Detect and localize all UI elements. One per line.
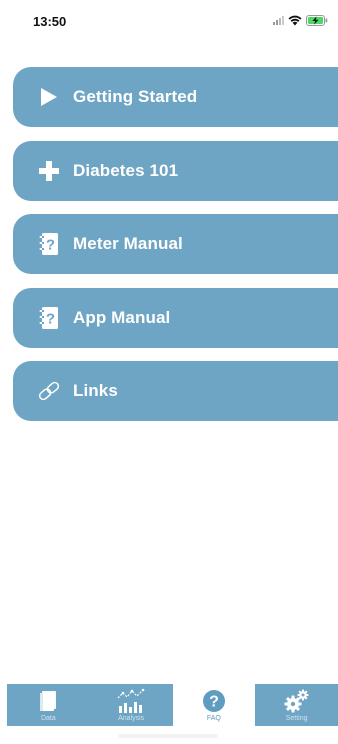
tab-label: FAQ	[206, 715, 221, 722]
tab-label: Analysis	[118, 715, 145, 722]
svg-text:?: ?	[46, 310, 55, 327]
svg-text:?: ?	[46, 237, 55, 254]
menu-item-label: Diabetes 101	[73, 160, 179, 180]
svg-text:?: ?	[209, 693, 219, 710]
tab-analysis[interactable]: Analysis	[89, 684, 173, 726]
tab-label: Setting	[285, 715, 308, 722]
menu-item-getting-started[interactable]: Getting Started	[13, 67, 338, 127]
wifi-icon	[288, 15, 302, 25]
menu-item-links[interactable]: Links	[13, 361, 338, 421]
menu-item-label: Links	[73, 381, 118, 400]
menu-item-meter-manual[interactable]: ? Meter Manual	[13, 214, 338, 274]
battery-charging-icon	[306, 14, 328, 26]
play-icon	[37, 85, 61, 109]
tab-faq[interactable]: ? FAQ	[172, 684, 256, 726]
status-bar: 13:50	[0, 0, 338, 44]
link-icon	[37, 379, 61, 403]
question-notebook-icon: ?	[37, 232, 61, 256]
tab-setting[interactable]: Setting	[255, 684, 338, 726]
menu-item-app-manual[interactable]: ? App Manual	[13, 287, 338, 348]
plus-icon	[37, 159, 61, 183]
menu-item-label: Meter Manual	[73, 234, 183, 253]
menu-item-label: Getting Started	[73, 87, 198, 106]
question-circle-icon: ?	[202, 687, 226, 714]
tab-label: Data	[40, 715, 56, 722]
faq-menu: Getting Started Diabetes 101 ? Meter Man…	[13, 67, 338, 435]
home-indicator	[118, 734, 218, 738]
chart-icon	[115, 687, 147, 714]
tab-data[interactable]: Data	[7, 684, 90, 726]
menu-item-label: App Manual	[73, 307, 171, 327]
status-icons	[273, 13, 328, 27]
question-notebook-icon: ?	[37, 306, 61, 330]
gears-icon	[283, 687, 311, 714]
status-time: 13:50	[33, 14, 67, 29]
document-icon	[39, 687, 57, 714]
tab-bar: Data Analysis ? FAQ Setting	[7, 684, 338, 726]
menu-item-diabetes-101[interactable]: Diabetes 101	[13, 140, 338, 201]
cellular-signal-icon	[273, 15, 284, 25]
